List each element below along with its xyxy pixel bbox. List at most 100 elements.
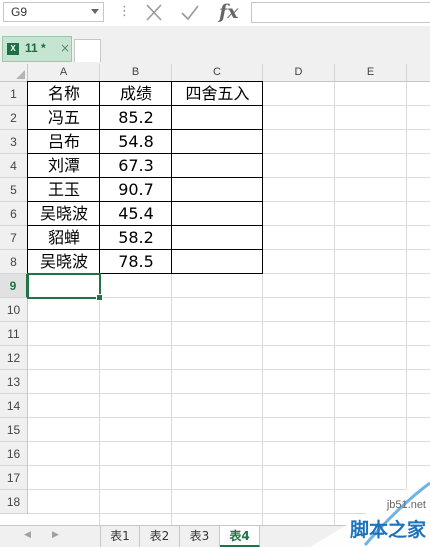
- cell-a5[interactable]: 王玉: [28, 178, 100, 202]
- enter-button[interactable]: [177, 2, 203, 24]
- watermark-site: jb51.net: [386, 499, 426, 511]
- row-header-6[interactable]: 6: [0, 202, 28, 226]
- row-header-3[interactable]: 3: [0, 130, 28, 154]
- row-header-2[interactable]: 2: [0, 106, 28, 130]
- column-header-f[interactable]: [407, 64, 430, 82]
- column-header-a[interactable]: A: [28, 64, 100, 82]
- name-box-value: G9: [11, 5, 28, 19]
- cell-a3[interactable]: 吕布: [28, 130, 100, 154]
- cell-b4[interactable]: 67.3: [100, 154, 172, 178]
- select-all-icon: [16, 70, 25, 79]
- row-header-18[interactable]: 18: [0, 490, 28, 514]
- fx-icon: fx: [219, 1, 239, 23]
- cell-c6[interactable]: [172, 202, 263, 226]
- table-border-h: [27, 105, 263, 106]
- cell-a8[interactable]: 吴晓波: [28, 250, 100, 274]
- row-header-7[interactable]: 7: [0, 226, 28, 250]
- row-header-1[interactable]: 1: [0, 82, 28, 106]
- cell-b1[interactable]: 成绩: [100, 82, 172, 106]
- cancel-button[interactable]: [141, 2, 167, 24]
- chevron-down-icon[interactable]: [91, 9, 99, 14]
- new-tab-button[interactable]: [74, 39, 101, 62]
- select-all-button[interactable]: [0, 64, 28, 82]
- row-header-4[interactable]: 4: [0, 154, 28, 178]
- row-header-9[interactable]: 9: [0, 274, 28, 298]
- insert-function-button[interactable]: fx: [215, 2, 241, 24]
- row-header-11[interactable]: 11: [0, 322, 28, 346]
- gridline-row: [28, 417, 430, 418]
- table-border-h: [27, 177, 263, 178]
- more-options-icon[interactable]: ⋮: [118, 4, 131, 20]
- sheet-tab-1[interactable]: 表1: [100, 526, 140, 547]
- cell-c4[interactable]: [172, 154, 263, 178]
- excel-icon: X: [7, 43, 19, 55]
- cell-b7[interactable]: 58.2: [100, 226, 172, 250]
- cell-b6[interactable]: 45.4: [100, 202, 172, 226]
- cell-a6[interactable]: 吴晓波: [28, 202, 100, 226]
- cell-c2[interactable]: [172, 106, 263, 130]
- sheet-tab-3[interactable]: 表3: [180, 526, 220, 547]
- cell-b5[interactable]: 90.7: [100, 178, 172, 202]
- gridline-row: [28, 393, 430, 394]
- table-border-v: [27, 81, 28, 274]
- name-box[interactable]: G9: [3, 2, 104, 22]
- row-header-5[interactable]: 5: [0, 178, 28, 202]
- cell-c3[interactable]: [172, 130, 263, 154]
- cancel-icon: [146, 4, 162, 21]
- gridline-row: [28, 345, 430, 346]
- table-border-h: [27, 129, 263, 130]
- gridline-col: [334, 82, 335, 525]
- sheet-tab-4[interactable]: 表4: [220, 526, 260, 547]
- column-header-d[interactable]: D: [263, 64, 335, 82]
- gridline-row: [28, 321, 430, 322]
- table-border-v: [171, 81, 172, 274]
- row-header-8[interactable]: 8: [0, 250, 28, 274]
- table-border-h: [27, 201, 263, 202]
- watermark-brand: 脚本之家: [349, 519, 426, 541]
- table-border-h: [27, 153, 263, 154]
- cell-b3[interactable]: 54.8: [100, 130, 172, 154]
- cell-c8[interactable]: [172, 250, 263, 274]
- row-header-17[interactable]: 17: [0, 466, 28, 490]
- table-border-h: [27, 249, 263, 250]
- scroll-right-icon[interactable]: ▶: [52, 530, 59, 540]
- formula-input[interactable]: [251, 2, 430, 23]
- cell-c1[interactable]: 四舍五入: [172, 82, 263, 106]
- cell-a2[interactable]: 冯五: [28, 106, 100, 130]
- spreadsheet-grid[interactable]: A B C D E 1 2 3 4 5 6 7 8 9 10 11 12 13 14 15 16 17 18 名称…: [0, 64, 430, 525]
- document-tab-label: 11 *: [25, 41, 46, 55]
- close-icon[interactable]: ×: [60, 41, 70, 55]
- cell-a7[interactable]: 貂蝉: [28, 226, 100, 250]
- column-header-c[interactable]: C: [172, 64, 263, 82]
- table-border-v: [99, 81, 100, 274]
- gridline-row: [28, 465, 430, 466]
- table-border-h: [27, 81, 263, 82]
- formula-buttons: fx: [133, 0, 250, 26]
- row-header-15[interactable]: 15: [0, 418, 28, 442]
- document-tab-strip: X 11 * ×: [0, 26, 430, 65]
- column-header-e[interactable]: E: [335, 64, 407, 82]
- active-cell[interactable]: [27, 273, 103, 301]
- row-header-16[interactable]: 16: [0, 442, 28, 466]
- gridline-col: [406, 82, 407, 525]
- row-header-12[interactable]: 12: [0, 346, 28, 370]
- fill-handle[interactable]: [96, 294, 103, 301]
- row-header-10[interactable]: 10: [0, 298, 28, 322]
- scroll-left-icon[interactable]: ◀: [24, 530, 31, 540]
- gridline-row: [28, 441, 430, 442]
- cell-b2[interactable]: 85.2: [100, 106, 172, 130]
- row-header-13[interactable]: 13: [0, 370, 28, 394]
- sheet-tab-2[interactable]: 表2: [140, 526, 180, 547]
- formula-bar: G9 ⋮ fx: [0, 0, 430, 27]
- cell-b8[interactable]: 78.5: [100, 250, 172, 274]
- table-border-h: [27, 225, 263, 226]
- cell-a4[interactable]: 刘潭: [28, 154, 100, 178]
- cell-a1[interactable]: 名称: [28, 82, 100, 106]
- document-tab[interactable]: X 11 * ×: [2, 36, 72, 62]
- row-header-14[interactable]: 14: [0, 394, 28, 418]
- gridline-row: [28, 369, 430, 370]
- column-header-b[interactable]: B: [100, 64, 172, 82]
- watermark: jb51.net 脚本之家: [310, 475, 430, 547]
- cell-c7[interactable]: [172, 226, 263, 250]
- cell-c5[interactable]: [172, 178, 263, 202]
